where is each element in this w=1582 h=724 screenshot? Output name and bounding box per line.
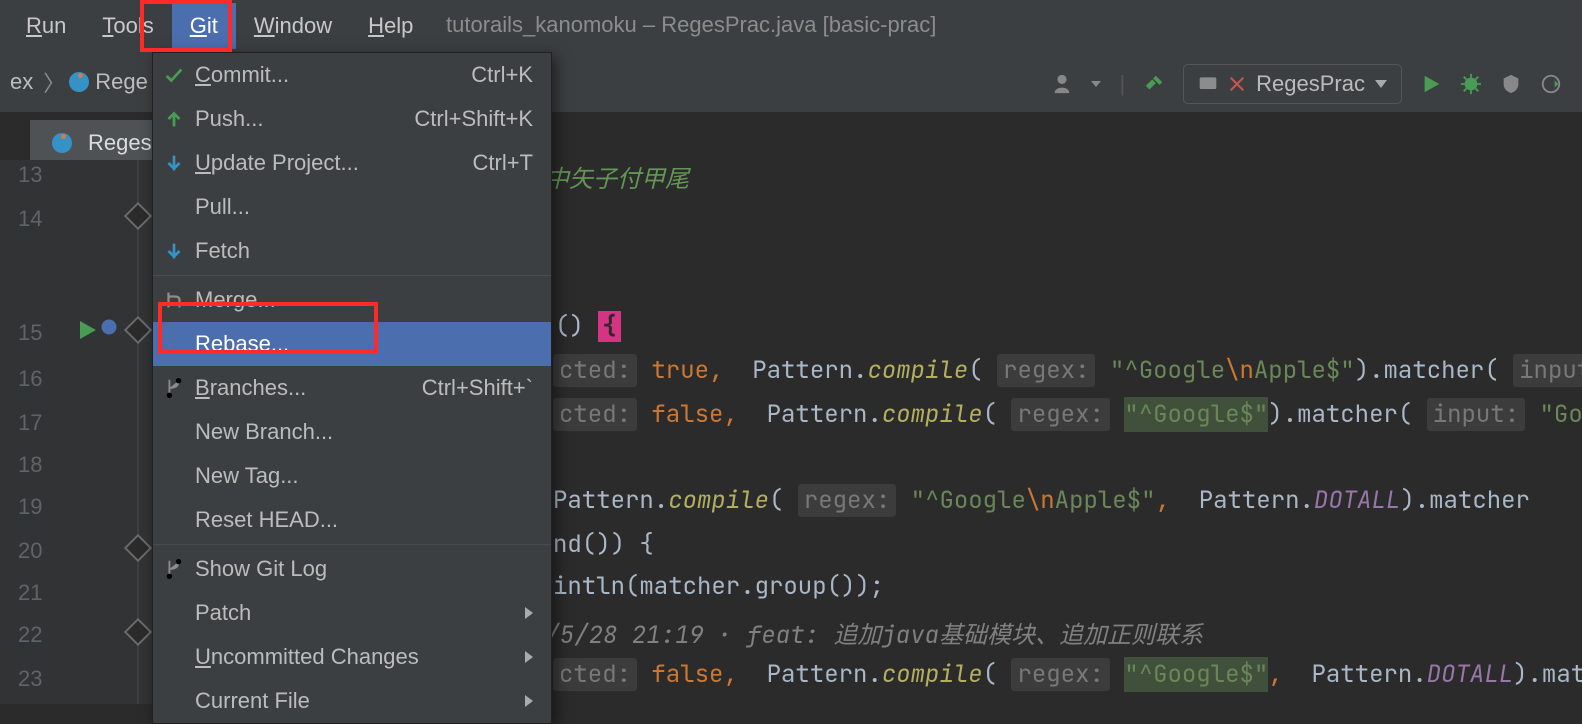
fold-marker[interactable] xyxy=(124,202,152,230)
menu-help[interactable]: Help xyxy=(350,3,431,49)
line-number[interactable]: 21 xyxy=(18,580,42,606)
menu-separator xyxy=(153,544,551,545)
submenu-arrow-icon xyxy=(525,607,533,619)
code-text: cted: false, Pattern.compile( regex: "^G… xyxy=(553,399,1582,430)
line-number[interactable]: 13 xyxy=(18,162,42,188)
menu-new-branch[interactable]: New Branch... xyxy=(153,410,551,454)
run-config-name: RegesPrac xyxy=(1256,71,1365,97)
code-text: Pattern.compile( regex: "^Google\nApple$… xyxy=(553,485,1530,516)
user-icon[interactable] xyxy=(1051,73,1073,95)
code-text: cted: false, Pattern.compile( regex: "^G… xyxy=(553,659,1582,690)
line-number[interactable]: 15 xyxy=(18,320,42,346)
menu-current-file[interactable]: Current File xyxy=(153,679,551,723)
window-title: tutorails_kanomoku – RegesPrac.java [bas… xyxy=(446,12,936,38)
merge-icon xyxy=(163,289,185,311)
fold-marker[interactable] xyxy=(124,618,152,646)
menu-tools[interactable]: Tools xyxy=(84,3,171,49)
branches-icon xyxy=(163,558,185,580)
menu-push[interactable]: Push... Ctrl+Shift+K xyxy=(153,97,551,141)
check-icon xyxy=(163,64,185,86)
fold-marker[interactable] xyxy=(124,316,152,344)
git-dropdown-menu: Commit... Ctrl+K Push... Ctrl+Shift+K Up… xyxy=(152,52,552,724)
editor-gutter: 13 14 15 16 17 18 19 20 21 22 23 xyxy=(0,160,155,704)
code-comment: 2/5/28 21:19 · feat: 追加java基础模块、追加正则联系 xyxy=(531,615,1203,651)
menu-separator xyxy=(153,275,551,276)
class-icon xyxy=(69,72,89,92)
menu-update-project[interactable]: Update Project... Ctrl+T xyxy=(153,141,551,185)
line-number[interactable]: 14 xyxy=(18,206,42,232)
code-text: nd()) { xyxy=(553,529,654,560)
coverage-icon[interactable] xyxy=(1500,73,1522,95)
menu-window[interactable]: Window xyxy=(236,3,350,49)
code-text: intln(matcher.group()); xyxy=(553,571,884,602)
menu-branches[interactable]: Branches... Ctrl+Shift+` xyxy=(153,366,551,410)
branches-icon xyxy=(163,377,185,399)
line-number[interactable]: 19 xyxy=(18,494,42,520)
menu-commit[interactable]: Commit... Ctrl+K xyxy=(153,53,551,97)
method-override-icon[interactable] xyxy=(100,318,118,336)
menu-reset-head[interactable]: Reset HEAD... xyxy=(153,498,551,542)
breadcrumb-second[interactable]: Rege xyxy=(95,69,148,95)
code-text: cted: true, Pattern.compile( regex: "^Go… xyxy=(553,355,1582,386)
push-icon xyxy=(163,108,185,130)
submenu-arrow-icon xyxy=(525,651,533,663)
run-gutter-icon[interactable] xyxy=(75,318,99,342)
line-number[interactable]: 18 xyxy=(18,452,42,478)
invalid-config-x-icon xyxy=(1228,75,1246,93)
code-text: () { xyxy=(555,311,621,342)
menu-patch[interactable]: Patch xyxy=(153,591,551,635)
submenu-arrow-icon xyxy=(525,695,533,707)
menu-new-tag[interactable]: New Tag... xyxy=(153,454,551,498)
debug-icon[interactable] xyxy=(1460,73,1482,95)
run-config-combobox[interactable]: RegesPrac xyxy=(1183,64,1402,104)
class-icon xyxy=(52,133,72,153)
line-number[interactable]: 22 xyxy=(18,622,42,648)
toolbar-right: | RegesPrac xyxy=(1051,64,1562,104)
menu-pull[interactable]: Pull... xyxy=(153,185,551,229)
line-number[interactable]: 16 xyxy=(18,366,42,392)
line-number[interactable]: 23 xyxy=(18,666,42,692)
menu-run[interactable]: Run xyxy=(8,3,84,49)
menu-show-git-log[interactable]: Show Git Log xyxy=(153,547,551,591)
breadcrumb-first[interactable]: ex xyxy=(10,69,33,95)
run-icon[interactable] xyxy=(1420,73,1442,95)
menu-rebase[interactable]: Rebase... xyxy=(153,322,551,366)
menu-git[interactable]: Git xyxy=(172,3,236,49)
line-number[interactable]: 20 xyxy=(18,538,42,564)
update-icon xyxy=(163,152,185,174)
app-icon xyxy=(1198,74,1218,94)
chevron-down-icon[interactable] xyxy=(1091,81,1101,87)
fetch-icon xyxy=(163,240,185,262)
breadcrumb-separator: 〉 xyxy=(43,66,65,98)
code-comment: 中矢子付甲尾 xyxy=(545,160,689,195)
line-number[interactable]: 17 xyxy=(18,410,42,436)
menu-fetch[interactable]: Fetch xyxy=(153,229,551,273)
tab-label: RegesI xyxy=(88,130,158,156)
profiler-icon[interactable] xyxy=(1540,73,1562,95)
menu-uncommitted-changes[interactable]: Uncommitted Changes xyxy=(153,635,551,679)
fold-marker[interactable] xyxy=(124,534,152,562)
chevron-down-icon xyxy=(1375,80,1387,88)
menu-merge[interactable]: Merge... xyxy=(153,278,551,322)
build-hammer-icon[interactable] xyxy=(1143,73,1165,95)
